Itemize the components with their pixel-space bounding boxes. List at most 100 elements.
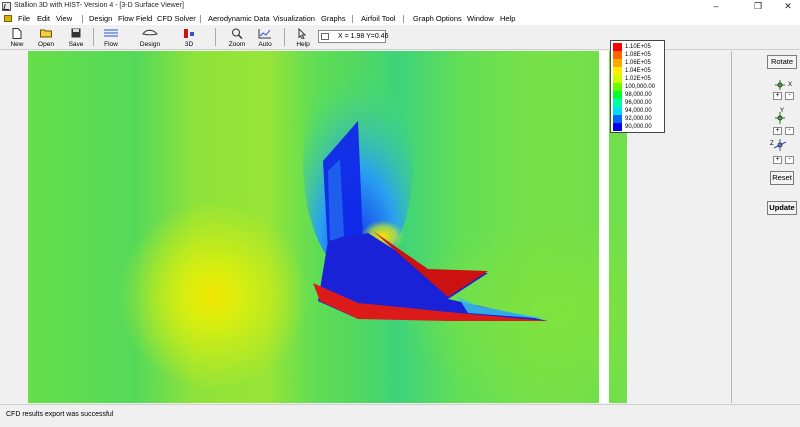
toolbar-separator	[215, 28, 216, 46]
legend-label: 1.10E+05	[625, 44, 651, 50]
menu-cfd-solver[interactable]: CFD Solver	[157, 14, 196, 23]
menu-edit[interactable]: Edit	[37, 14, 50, 23]
auto-button[interactable]: Auto	[254, 27, 276, 49]
coordinate-readout: X = 1.98 Y=0.46	[318, 30, 389, 43]
open-folder-icon	[40, 29, 52, 38]
viewer-margin	[599, 51, 609, 403]
y-axis-label: Y	[780, 108, 785, 114]
legend-swatch	[613, 123, 622, 131]
menu-graphs[interactable]: Graphs	[321, 14, 346, 23]
legend-label: 98,000.00	[625, 92, 652, 98]
help-pointer-icon	[298, 28, 307, 39]
zoom-button[interactable]: Zoom	[226, 27, 248, 49]
flow-lines-icon	[104, 29, 118, 37]
legend-swatch	[613, 75, 622, 83]
legend-swatch	[613, 91, 622, 99]
legend-label: 1.06E+05	[625, 60, 651, 66]
status-message: CFD results export was successful	[6, 411, 114, 418]
z-minus-button[interactable]: -	[785, 156, 794, 164]
menu-view[interactable]: View	[56, 14, 72, 23]
new-button[interactable]: New	[6, 27, 28, 49]
legend-label: 1.04E+05	[625, 68, 651, 74]
legend-swatch	[613, 83, 622, 91]
save-button[interactable]: Save	[64, 27, 88, 49]
menu-flow-field[interactable]: Flow Field	[118, 14, 152, 23]
y-plus-button[interactable]: +	[773, 127, 782, 135]
legend-entry: 98,000.00	[613, 91, 663, 99]
3d-button[interactable]: 3D	[176, 27, 202, 49]
rotate-button[interactable]: Rotate	[767, 55, 797, 69]
menu-help[interactable]: Help	[500, 14, 515, 23]
legend-label: 96,000.00	[625, 100, 652, 106]
aircraft-surface-plot	[303, 51, 548, 321]
legend-entry: 94,000.00	[613, 107, 663, 115]
x-plus-button[interactable]: +	[773, 92, 782, 100]
close-icon[interactable]: ✕	[776, 0, 800, 13]
legend-swatch	[613, 59, 622, 67]
menu-separator	[352, 15, 353, 23]
legend-entry: 1.02E+05	[613, 75, 663, 83]
flow-button[interactable]: Flow	[99, 27, 123, 49]
legend-label: 1.02E+05	[625, 76, 651, 82]
menu-bar: File Edit View Design Flow Field CFD Sol…	[0, 13, 800, 25]
pressure-legend: 1.10E+05 1.08E+05 1.06E+05 1.04E+05 1.02…	[610, 40, 665, 133]
menu-visualization[interactable]: Visualization	[273, 14, 315, 23]
legend-entry: 1.08E+05	[613, 51, 663, 59]
legend-entry: 1.10E+05	[613, 43, 663, 51]
update-button[interactable]: Update	[767, 201, 797, 215]
minimize-icon[interactable]: –	[704, 0, 728, 13]
legend-label: 90,000.00	[625, 124, 652, 130]
z-axis-label: Z	[770, 141, 774, 147]
y-minus-button[interactable]: -	[785, 127, 794, 135]
3d-label: 3D	[184, 41, 194, 48]
legend-swatch	[613, 67, 622, 75]
menu-file[interactable]: File	[18, 14, 30, 23]
help-label: Help	[296, 41, 310, 48]
open-button[interactable]: Open	[34, 27, 58, 49]
window-title: Stallion 3D with HIST- Version 4 - [3-D …	[14, 2, 184, 9]
surface-viewer[interactable]	[28, 51, 627, 403]
design-label: Design	[139, 41, 161, 48]
save-icon	[71, 28, 81, 38]
airfoil-icon	[142, 29, 158, 36]
open-label: Open	[38, 41, 54, 48]
save-label: Save	[68, 41, 84, 48]
legend-label: 94,000.00	[625, 108, 652, 114]
flow-label: Flow	[104, 41, 118, 48]
legend-entry: 1.04E+05	[613, 67, 663, 75]
legend-entry: 96,000.00	[613, 99, 663, 107]
coordinate-text: X = 1.98 Y=0.46	[338, 33, 389, 40]
menu-aerodynamic-data[interactable]: Aerodynamic Data	[208, 14, 270, 23]
maximize-icon[interactable]: ❐	[746, 0, 770, 13]
legend-swatch	[613, 115, 622, 123]
menu-separator	[403, 15, 404, 23]
menu-window[interactable]: Window	[467, 14, 494, 23]
legend-label: 100,000.00	[625, 84, 656, 90]
help-button[interactable]: Help	[292, 27, 314, 49]
legend-entry: 90,000.00	[613, 123, 663, 131]
zoom-label: Zoom	[228, 41, 246, 48]
title-bar: Stallion 3D with HIST- Version 4 - [3-D …	[0, 0, 800, 13]
new-label: New	[10, 41, 24, 48]
cursor-coordinate-icon	[321, 33, 329, 40]
z-plus-button[interactable]: +	[773, 156, 782, 164]
auto-label: Auto	[258, 41, 272, 48]
menu-airfoil-tool[interactable]: Airfoil Tool	[361, 14, 395, 23]
menu-separator	[200, 15, 201, 23]
legend-entry: 92,000.00	[613, 115, 663, 123]
menu-design[interactable]: Design	[89, 14, 112, 23]
legend-swatch	[613, 43, 622, 51]
legend-swatch	[613, 51, 622, 59]
legend-swatch	[613, 107, 622, 115]
toolbar-separator	[284, 28, 285, 46]
folder-icon	[4, 15, 12, 22]
new-file-icon	[12, 28, 22, 39]
x-axis-label: X	[788, 82, 793, 88]
toolbar-separator	[93, 28, 94, 46]
x-minus-button[interactable]: -	[785, 92, 794, 100]
menu-graph-options[interactable]: Graph Options	[413, 14, 462, 23]
status-bar: CFD results export was successful	[0, 404, 800, 427]
reset-button[interactable]: Reset	[770, 171, 794, 185]
design-button[interactable]: Design	[137, 27, 163, 49]
toolbar: New Open Save Flow Design 3D Zoom Auto H…	[0, 25, 800, 50]
